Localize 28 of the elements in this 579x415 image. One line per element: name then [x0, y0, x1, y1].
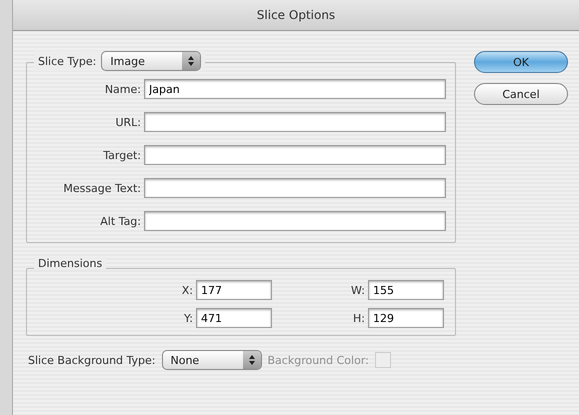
number-field[interactable]: 177	[196, 280, 272, 300]
field-label: Slice Background Type:	[28, 354, 156, 366]
field-label: H:	[352, 312, 366, 324]
text-field[interactable]	[144, 178, 446, 198]
number-field[interactable]: 155	[368, 280, 444, 300]
field-label: X:	[180, 284, 194, 296]
slice-type-popup[interactable]: Image	[101, 51, 202, 71]
stepper-icon	[242, 351, 260, 369]
stepper-icon	[182, 52, 200, 70]
text-field[interactable]	[144, 112, 446, 132]
window-title: Slice Options	[256, 8, 336, 22]
field-label: Name:	[104, 82, 142, 96]
dialog-button[interactable]: OK	[474, 51, 568, 73]
field-label: W:	[350, 284, 366, 296]
field-label: Y:	[183, 312, 194, 324]
field-label: Target:	[102, 148, 142, 162]
text-field[interactable]	[144, 145, 446, 165]
background-type-popup[interactable]: None	[162, 350, 262, 370]
field-label: Slice Type:	[38, 54, 96, 68]
number-field[interactable]: 471	[196, 308, 272, 328]
field-label: Message Text:	[62, 182, 142, 194]
dialog-button[interactable]: Cancel	[474, 83, 568, 105]
number-field[interactable]: 129	[368, 308, 444, 328]
text-field[interactable]	[144, 211, 446, 231]
field-label: Alt Tag:	[99, 214, 142, 228]
field-label: URL:	[114, 116, 142, 128]
field-label: Background Color:	[268, 354, 369, 366]
group-title: Dimensions	[38, 257, 102, 270]
